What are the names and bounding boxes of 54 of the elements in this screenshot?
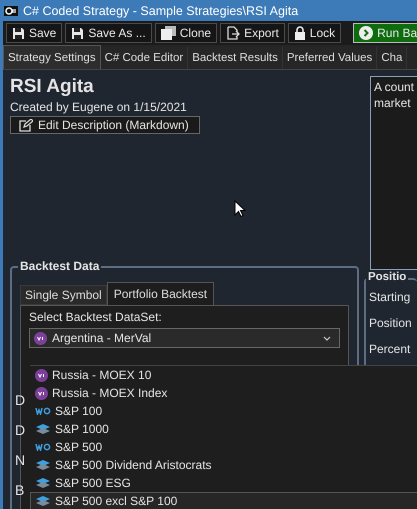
toolbar-button[interactable]: Lock (288, 23, 342, 43)
layers-icon (35, 423, 51, 435)
layers-icon (35, 477, 51, 489)
save-icon (71, 26, 84, 40)
app-logo-icon (4, 6, 18, 16)
copy-icon (160, 26, 176, 40)
dataset-label: Select Backtest DataSet: (29, 310, 163, 324)
dropdown-option[interactable]: S&P 100 (30, 402, 417, 420)
layers-icon (35, 459, 51, 471)
mouse-cursor-icon (234, 200, 246, 218)
dropdown-option[interactable]: Russia - MOEX 10 (30, 366, 417, 384)
field-label: D (15, 422, 26, 438)
field-label: B (15, 482, 24, 498)
toolbar-button[interactable]: Export (220, 23, 285, 43)
toolbar-button[interactable]: Save As ... (65, 23, 152, 43)
circle-logo-icon (34, 332, 47, 344)
wave-logo-icon (35, 407, 51, 415)
wave-logo-icon (35, 443, 51, 451)
toolbar-button[interactable]: Save (6, 23, 62, 43)
field-label: D (15, 392, 26, 408)
toolbar-button[interactable]: Run Ba (353, 23, 417, 43)
dropdown-option[interactable]: S&P 500 excl S&P 100 (30, 492, 417, 509)
play-icon (359, 26, 374, 40)
description-text: market (374, 95, 412, 111)
strategy-name: RSI Agita (10, 76, 95, 98)
edit-icon (19, 118, 33, 132)
edit-description-button[interactable]: Edit Description (Markdown) (10, 116, 200, 134)
group-title: Backtest Data (18, 259, 102, 273)
window-title: C# Coded Strategy - Sample Strategies\RSI Agita (23, 4, 298, 18)
dropdown-option[interactable]: Russia - MOEX Index (30, 384, 417, 402)
field-label: N (15, 452, 26, 468)
export-icon (226, 26, 240, 40)
layers-icon (35, 495, 51, 507)
dropdown-value: Argentina - MerVal (52, 331, 152, 345)
tab[interactable]: Single Symbol (20, 285, 107, 305)
tab[interactable]: Strategy Settings (3, 45, 101, 69)
circle-logo-icon (35, 368, 48, 382)
dataset-dropdown[interactable]: Argentina - MerVal (29, 328, 340, 348)
field-label: Position (368, 316, 413, 332)
created-by-text: Created by Eugene on 1/15/2021 (10, 100, 188, 114)
description-text: A count (374, 79, 414, 95)
field-label: Percent (368, 342, 412, 358)
dropdown-option[interactable]: S&P 500 (30, 438, 417, 456)
group-title: Positio (366, 271, 408, 283)
circle-logo-icon (35, 386, 48, 400)
lock-icon (294, 26, 306, 40)
dropdown-option[interactable]: S&P 500 ESG (30, 474, 417, 492)
field-label: Starting (368, 290, 412, 306)
dropdown-option[interactable]: S&P 500 Dividend Aristocrats (30, 456, 417, 474)
chevron-down-icon (322, 336, 331, 340)
dropdown-option[interactable]: S&P 1000 (30, 420, 417, 438)
tab[interactable]: Portfolio Backtest (106, 282, 214, 305)
save-icon (12, 26, 25, 40)
toolbar-button[interactable]: Clone (154, 23, 218, 43)
